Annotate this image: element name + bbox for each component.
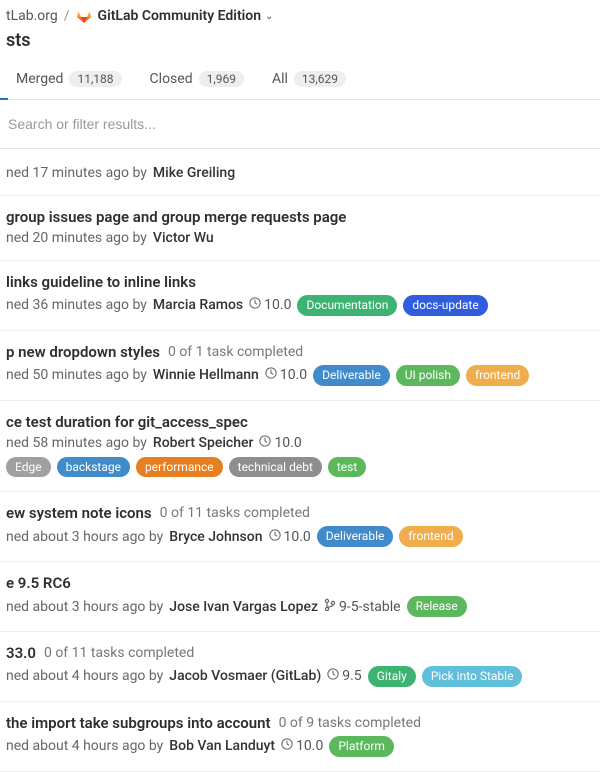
opened-time: ned 36 minutes ago by [6, 297, 147, 313]
author-link[interactable]: Bob Van Landuyt [169, 738, 275, 754]
merge-request-item[interactable]: links guideline to inline links ned 36 mi… [0, 261, 600, 331]
label[interactable]: Gitaly [368, 666, 416, 687]
author-link[interactable]: Marcia Ramos [153, 297, 243, 313]
branch-icon [324, 598, 336, 616]
labels: Release [407, 596, 467, 617]
label[interactable]: performance [136, 457, 223, 478]
merge-request-list: ned 17 minutes ago by Mike Greiling group… [0, 149, 600, 772]
label[interactable]: Deliverable [317, 526, 394, 547]
mr-title[interactable]: ew system note icons [6, 504, 152, 522]
clock-icon [327, 668, 339, 684]
labels: Documentation docs-update [297, 295, 487, 316]
mr-title[interactable]: ce test duration for git_access_spec [6, 413, 248, 431]
state-tabs: Merged 11,188 Closed 1,969 All 13,629 [0, 63, 600, 100]
label[interactable]: backstage [57, 457, 130, 478]
labels: Edge backstage performance technical debt te… [6, 457, 366, 478]
opened-time: ned 20 minutes ago by [6, 230, 147, 246]
opened-time: ned about 4 hours ago by [6, 668, 163, 684]
opened-time: ned about 4 hours ago by [6, 738, 163, 754]
merge-request-item[interactable]: e 9.5 RC6 ned about 3 hours ago by Jose I… [0, 562, 600, 632]
active-tab-indicator [0, 98, 8, 100]
target-branch[interactable]: 9-5-stable [324, 598, 401, 616]
label[interactable]: technical debt [229, 457, 322, 478]
labels: Gitaly Pick into Stable [368, 666, 523, 687]
task-status: 0 of 11 tasks completed [160, 505, 310, 521]
label[interactable]: Documentation [297, 295, 397, 316]
tab-merged[interactable]: Merged 11,188 [16, 71, 122, 87]
author-link[interactable]: Winnie Hellmann [153, 367, 259, 383]
clock-icon [281, 738, 293, 754]
task-status: 0 of 9 tasks completed [279, 715, 421, 731]
milestone[interactable]: 10.0 [269, 529, 311, 545]
label[interactable]: Pick into Stable [422, 666, 523, 687]
clock-icon [259, 435, 271, 451]
task-status: 0 of 11 tasks completed [44, 645, 194, 661]
clock-icon [265, 367, 277, 383]
merge-request-item[interactable]: group issues page and group merge reques… [0, 196, 600, 261]
opened-time: ned 50 minutes ago by [6, 367, 147, 383]
milestone[interactable]: 10.0 [265, 367, 307, 383]
merge-request-item[interactable]: the import take subgroups into account 0 … [0, 702, 600, 772]
filter-bar [0, 100, 600, 149]
opened-time: ned about 3 hours ago by [6, 599, 163, 615]
mr-title[interactable]: the import take subgroups into account [6, 714, 271, 732]
author-link[interactable]: Victor Wu [153, 230, 214, 246]
labels: Deliverablefrontend [317, 526, 463, 547]
author-link[interactable]: Mike Greiling [153, 165, 235, 181]
breadcrumb-separator: / [64, 8, 70, 24]
opened-time: ned about 3 hours ago by [6, 529, 163, 545]
author-link[interactable]: Bryce Johnson [169, 529, 262, 545]
label[interactable]: Edge [6, 457, 51, 478]
breadcrumbs: tLab.org / GitLab Community Edition ⌄ [0, 0, 600, 28]
author-link[interactable]: Robert Speicher [153, 435, 254, 451]
breadcrumb-project[interactable]: GitLab Community Edition ⌄ [98, 8, 274, 24]
tab-all[interactable]: All 13,629 [272, 71, 346, 87]
author-link[interactable]: Jose Ivan Vargas Lopez [169, 599, 318, 615]
milestone[interactable]: 10.0 [249, 297, 291, 313]
label[interactable]: Platform [329, 736, 394, 757]
merge-request-item[interactable]: ned 17 minutes ago by Mike Greiling [0, 149, 600, 196]
merge-request-item[interactable]: p new dropdown styles 0 of 1 task complet… [0, 331, 600, 401]
merge-request-item[interactable]: 33.0 0 of 11 tasks completed ned about 4 h… [0, 632, 600, 702]
author-link[interactable]: Jacob Vosmaer (GitLab) [169, 668, 321, 684]
labels: Deliverable UI polish frontend [313, 365, 529, 386]
clock-icon [269, 529, 281, 545]
count-badge: 1,969 [199, 71, 244, 87]
count-badge: 11,188 [69, 71, 121, 87]
label[interactable]: Deliverable [313, 365, 390, 386]
labels: Platform [329, 736, 394, 757]
count-badge: 13,629 [294, 71, 346, 87]
mr-title[interactable]: group issues page and group merge reques… [6, 208, 346, 226]
mr-title[interactable]: 33.0 [6, 644, 36, 662]
clock-icon [249, 297, 261, 313]
merge-request-item[interactable]: ce test duration for git_access_specned … [0, 401, 600, 493]
milestone[interactable]: 10.0 [259, 435, 301, 451]
gitlab-logo-icon [76, 8, 92, 24]
task-status: 0 of 1 task completed [168, 344, 303, 360]
page-title: sts [0, 28, 600, 63]
label[interactable]: Release [407, 596, 467, 617]
mr-title[interactable]: links guideline to inline links [6, 273, 196, 291]
label[interactable]: test [328, 457, 366, 478]
label[interactable]: UI polish [396, 365, 460, 386]
opened-time: ned 17 minutes ago by [6, 165, 147, 181]
label[interactable]: frontend [466, 365, 529, 386]
mr-title[interactable]: e 9.5 RC6 [6, 574, 71, 592]
chevron-down-icon: ⌄ [265, 11, 273, 22]
tab-closed[interactable]: Closed 1,969 [150, 71, 244, 87]
merge-request-item[interactable]: ew system note icons 0 of 11 tasks comple… [0, 492, 600, 562]
mr-title[interactable]: p new dropdown styles [6, 343, 160, 361]
milestone[interactable]: 10.0 [281, 738, 323, 754]
label[interactable]: docs-update [403, 295, 487, 316]
search-input[interactable] [6, 110, 594, 138]
opened-time: ned 58 minutes ago by [6, 435, 147, 451]
milestone[interactable]: 9.5 [327, 668, 361, 684]
breadcrumb-group[interactable]: tLab.org [6, 8, 58, 24]
label[interactable]: frontend [399, 526, 462, 547]
